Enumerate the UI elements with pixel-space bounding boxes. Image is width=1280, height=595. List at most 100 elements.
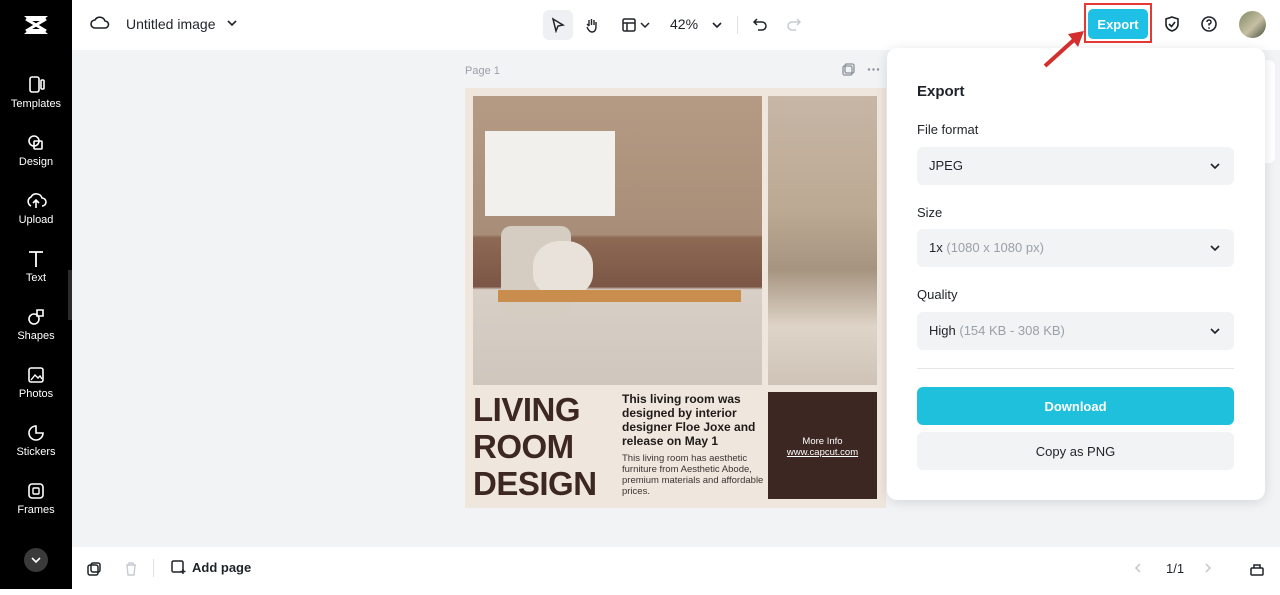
sidebar-item-design[interactable]: Design [0, 133, 72, 183]
export-panel: Export File format JPEG Size 1x (1080 x … [887, 48, 1265, 500]
user-avatar[interactable] [1239, 11, 1266, 38]
sidebar-item-upload[interactable]: Upload [0, 191, 72, 241]
armchair-photo[interactable] [768, 96, 877, 385]
layout-tool-button[interactable] [617, 10, 653, 40]
bottom-toolbar: Add page 1/1 [72, 547, 1280, 589]
shapes-icon [28, 309, 44, 325]
more-info-label: More Info [802, 436, 843, 447]
templates-icon [29, 76, 45, 93]
duplicate-page-icon[interactable] [842, 63, 855, 76]
undo-icon[interactable] [752, 16, 768, 32]
more-options-icon[interactable] [867, 63, 880, 76]
trash-icon[interactable] [123, 561, 139, 577]
page-actions [842, 63, 880, 76]
add-page-label: Add page [192, 559, 252, 575]
sidebar-item-frames[interactable]: Frames [0, 481, 72, 531]
stickers-icon [28, 425, 44, 441]
upload-icon [27, 193, 47, 208]
more-tools-button[interactable] [24, 548, 48, 572]
duplicate-icon[interactable] [86, 561, 102, 577]
chevron-right-icon[interactable] [1202, 562, 1214, 574]
document-title[interactable]: Untitled image [126, 16, 216, 32]
living-room-photo[interactable] [473, 96, 762, 385]
headline-line: DESIGN [473, 465, 597, 502]
design-icon [28, 135, 43, 150]
sidebar-item-label: Frames [17, 504, 55, 516]
chevron-down-icon [639, 22, 650, 29]
file-format-value: JPEG [929, 158, 963, 173]
quality-select[interactable]: High (154 KB - 308 KB) [917, 312, 1234, 350]
add-page-button[interactable]: Add page [170, 559, 251, 575]
sidebar-item-label: Text [25, 272, 47, 284]
left-sidebar: Templates Design Upload Text Shapes Phot… [0, 0, 72, 589]
export-button[interactable]: Export [1088, 9, 1148, 39]
quality-value: High (154 KB - 308 KB) [929, 323, 1065, 338]
size-value: 1x (1080 x 1080 px) [929, 240, 1044, 255]
hand-icon [586, 19, 597, 33]
quality-label: Quality [917, 287, 958, 302]
sidebar-item-templates[interactable]: Templates [0, 75, 72, 125]
redo-icon[interactable] [786, 16, 802, 32]
background-panel-edge [1265, 60, 1275, 163]
coffee-table [498, 290, 741, 302]
frames-icon [28, 483, 44, 499]
more-info-url: www.capcut.com [786, 447, 859, 458]
export-panel-title: Export [917, 83, 965, 100]
sidebar-item-label: Design [18, 156, 54, 168]
photos-icon [28, 367, 44, 383]
help-icon[interactable] [1200, 15, 1218, 33]
more-info-box[interactable]: More Info www.capcut.com [768, 392, 877, 499]
sidebar-item-photos[interactable]: Photos [0, 365, 72, 415]
chevron-down-icon [1210, 245, 1220, 252]
collapse-pages-icon[interactable] [1249, 561, 1265, 577]
sidebar-item-text[interactable]: Text [0, 249, 72, 299]
panel-divider [917, 368, 1234, 369]
size-select[interactable]: 1x (1080 x 1080 px) [917, 229, 1234, 267]
chevron-down-icon [1210, 163, 1220, 170]
capcut-editor: Templates Design Upload Text Shapes Phot… [0, 0, 1280, 595]
add-page-icon [171, 560, 186, 574]
sidebar-item-stickers[interactable]: Stickers [0, 423, 72, 473]
size-label: Size [917, 205, 943, 220]
design-body[interactable]: This living room has aesthetic furniture… [622, 453, 767, 497]
shield-check-icon[interactable] [1163, 15, 1181, 33]
hand-tool-button[interactable] [577, 10, 607, 40]
vase [533, 241, 593, 296]
design-headline[interactable]: LIVING ROOM DESIGN [473, 391, 618, 502]
page-indicator: 1/1 [1166, 561, 1185, 576]
page-label: Page 1 [465, 65, 500, 77]
copy-as-png-button[interactable]: Copy as PNG [917, 432, 1234, 470]
quality-detail: (154 KB - 308 KB) [959, 323, 1065, 338]
wall-art [485, 131, 615, 216]
top-toolbar: Untitled image 42% Export [72, 0, 1280, 50]
size-detail: (1080 x 1080 px) [946, 240, 1044, 255]
design-page[interactable]: LIVING ROOM DESIGN This living room was … [465, 88, 886, 508]
layout-icon [621, 18, 636, 32]
chevron-down-icon[interactable] [711, 19, 723, 31]
pointer-icon [551, 17, 566, 33]
chevron-down-icon[interactable] [226, 17, 238, 29]
annotation-arrow-icon [1043, 31, 1084, 68]
sidebar-item-label: Shapes [17, 330, 55, 342]
sidebar-item-label: Stickers [16, 446, 56, 458]
select-tool-button[interactable] [543, 10, 573, 40]
design-subhead[interactable]: This living room was designed by interio… [622, 392, 767, 448]
download-button[interactable]: Download [917, 387, 1234, 425]
headline-line: LIVING [473, 391, 581, 428]
text-icon [29, 251, 43, 267]
file-format-select[interactable]: JPEG [917, 147, 1234, 185]
sidebar-item-shapes[interactable]: Shapes [0, 307, 72, 357]
sidebar-item-label: Templates [10, 98, 62, 110]
file-format-label: File format [917, 122, 979, 137]
chevron-down-icon [31, 557, 41, 564]
headline-line: ROOM [473, 428, 574, 465]
capcut-logo[interactable] [21, 12, 51, 38]
chevron-down-icon [1210, 328, 1220, 335]
zoom-level[interactable]: 42% [670, 16, 698, 32]
sidebar-item-label: Upload [18, 214, 54, 226]
toolbar-divider [737, 16, 738, 34]
quality-level: High [929, 323, 956, 338]
chevron-left-icon[interactable] [1132, 562, 1144, 574]
cloud-save-icon[interactable] [90, 14, 110, 32]
size-scale: 1x [929, 240, 943, 255]
